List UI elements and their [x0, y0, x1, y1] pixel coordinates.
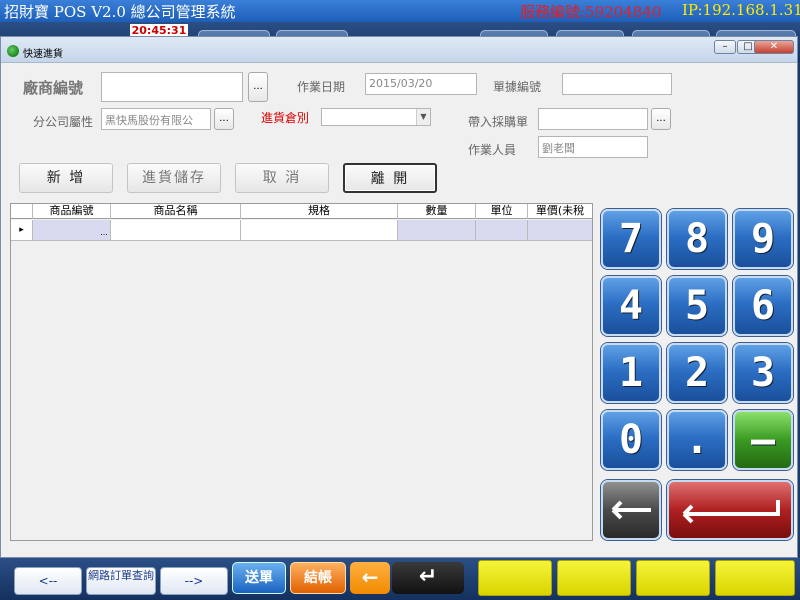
key-0[interactable]: 0 — [601, 410, 661, 470]
col-product-name[interactable]: 商品名稱 — [111, 204, 241, 219]
key-9[interactable]: 9 — [733, 209, 793, 269]
col-unit-price[interactable]: 單價(未稅 — [528, 204, 592, 219]
enter-key[interactable] — [667, 480, 793, 540]
key-dot[interactable]: . — [667, 410, 727, 470]
col-product-no[interactable]: 商品編號 — [33, 204, 111, 219]
key-2[interactable]: 2 — [667, 343, 727, 403]
add-button[interactable]: 新 增 — [19, 163, 113, 193]
send-order-label: 送單 — [245, 570, 273, 586]
cell-unit[interactable] — [476, 220, 528, 240]
operator-field[interactable]: 劉老闆 — [538, 136, 648, 158]
dialog-title-bar[interactable]: 快速進貨 – □ ✕ — [1, 37, 797, 63]
col-unit[interactable]: 單位 — [476, 204, 528, 219]
dialog-title: 快速進貨 — [23, 49, 63, 60]
backspace-arrow-icon — [611, 500, 651, 520]
warehouse-label: 進貨倉別 — [261, 111, 310, 125]
enter-arrow-icon — [682, 500, 780, 524]
cell-quantity[interactable] — [398, 220, 476, 240]
operator-label: 作業人員 — [468, 143, 517, 157]
cell-lookup-button[interactable]: ... — [99, 229, 109, 239]
chevron-down-icon[interactable]: ▼ — [416, 109, 430, 125]
row-indicator-icon: ▸ — [11, 220, 33, 240]
purchase-order-input[interactable] — [538, 108, 648, 130]
send-order-button[interactable]: 送單 — [232, 562, 286, 594]
close-button[interactable]: ✕ — [754, 40, 794, 54]
work-date-field[interactable]: 2015/03/20 — [365, 73, 477, 95]
col-quantity[interactable]: 數量 — [398, 204, 476, 219]
key-1[interactable]: 1 — [601, 343, 661, 403]
cell-product-no[interactable]: ... — [33, 220, 111, 240]
vendor-lookup-button[interactable]: ... — [248, 72, 268, 102]
leave-button[interactable]: 離 開 — [343, 163, 437, 193]
work-date-label: 作業日期 — [297, 80, 346, 94]
key-7[interactable]: 7 — [601, 209, 661, 269]
cell-product-name[interactable] — [111, 220, 241, 240]
key-6[interactable]: 6 — [733, 276, 793, 336]
enter-button[interactable]: ↵ — [392, 562, 464, 594]
cell-spec[interactable] — [241, 220, 398, 240]
online-order-query-button[interactable]: 網路訂單查詢 — [86, 567, 156, 595]
yellow-function-button-2[interactable] — [557, 560, 631, 596]
yellow-function-button-3[interactable] — [636, 560, 710, 596]
ip-address: IP:192.168.1.31 — [682, 1, 800, 19]
quick-purchase-dialog: 快速進貨 – □ ✕ 廠商編號 ... 作業日期 2015/03/20 單據編號… — [0, 36, 798, 558]
next-page-button[interactable]: --> — [160, 567, 228, 595]
doc-no-label: 單據編號 — [493, 80, 542, 94]
minimize-button[interactable]: – — [714, 40, 736, 54]
key-3[interactable]: 3 — [733, 343, 793, 403]
grid-header: 商品編號 商品名稱 規格 數量 單位 單價(未稅 — [11, 204, 592, 219]
left-arrow-icon: ← — [361, 565, 379, 589]
prev-page-button[interactable]: <-- — [14, 567, 82, 595]
doc-no-field[interactable] — [562, 73, 672, 95]
vendor-no-label: 廠商編號 — [23, 79, 84, 97]
vendor-no-input[interactable] — [101, 72, 243, 102]
table-row[interactable]: ▸ ... — [11, 220, 592, 241]
backspace-key[interactable] — [601, 480, 661, 540]
branch-lookup-button[interactable]: ... — [214, 108, 234, 130]
back-arrow-button[interactable]: ← — [350, 562, 390, 594]
branch-field[interactable]: 黑快馬股份有限公 — [101, 108, 211, 130]
yellow-function-button-4[interactable] — [715, 560, 795, 596]
service-number: 服務編號:59204840 — [520, 3, 662, 21]
key-8[interactable]: 8 — [667, 209, 727, 269]
app-icon — [7, 45, 19, 57]
branch-label: 分公司屬性 — [33, 115, 94, 129]
yellow-function-button-1[interactable] — [478, 560, 552, 596]
save-purchase-button[interactable]: 進貨儲存 — [127, 163, 221, 193]
warehouse-select[interactable]: ▼ — [321, 108, 431, 126]
col-spec[interactable]: 規格 — [241, 204, 398, 219]
key-minus[interactable]: – — [733, 410, 793, 470]
items-grid[interactable]: 商品編號 商品名稱 規格 數量 單位 單價(未稅 ▸ ... — [10, 203, 593, 541]
cell-unit-price[interactable] — [528, 220, 592, 240]
checkout-label: 結帳 — [304, 570, 332, 586]
key-5[interactable]: 5 — [667, 276, 727, 336]
key-4[interactable]: 4 — [601, 276, 661, 336]
enter-arrow-icon: ↵ — [418, 564, 438, 589]
cancel-button[interactable]: 取 消 — [235, 163, 329, 193]
checkout-button[interactable]: 結帳 — [290, 562, 346, 594]
purchase-order-label: 帶入採購單 — [468, 115, 529, 129]
app-title: 招財寶 POS V2.0 總公司管理系統 — [4, 3, 236, 21]
header-indicator-cell — [11, 204, 33, 219]
purchase-order-lookup-button[interactable]: ... — [651, 108, 671, 130]
app-title-bar: 招財寶 POS V2.0 總公司管理系統 服務編號:59204840 IP:19… — [0, 0, 800, 22]
